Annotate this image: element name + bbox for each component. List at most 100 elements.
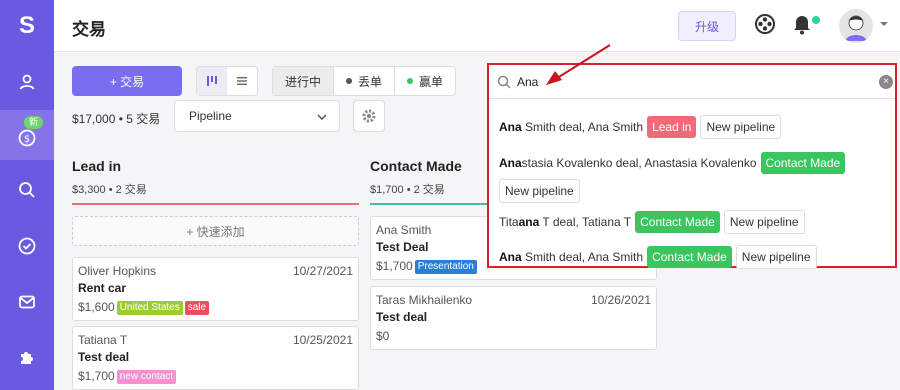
pipeline-tag: New pipeline [723,210,805,234]
card-deal-name[interactable]: Rent car [78,281,126,295]
deal-card[interactable]: Taras Mikhailenko 10/26/2021 Test deal $… [370,286,657,350]
stage-tag: Contact Made [760,152,846,174]
help-wheel-icon[interactable] [754,13,776,35]
search-icon [19,182,35,198]
card-contact[interactable]: Ana Smith [376,223,431,237]
card-deal-name[interactable]: Test deal [376,310,427,324]
view-toggle [196,66,258,96]
kanban-view-button[interactable] [197,67,227,95]
card-contact[interactable]: Taras Mikhailenko [376,293,472,307]
match-text: ana [518,215,540,229]
search-result[interactable]: Ana Smith deal, Ana Smith Contact Made New… [499,245,817,269]
card-date: 10/25/2021 [292,333,353,347]
card-amount: $1,700 new contact [78,369,177,384]
result-text: Smith deal, Ana Smith [521,120,644,134]
status-lost-label: 丢单 [358,74,383,89]
result-text: ta [508,215,519,229]
gear-icon [362,109,376,123]
check-circle-icon [18,237,36,255]
card-date: 10/26/2021 [590,293,651,307]
deal-card[interactable]: Tatiana T 10/25/2021 Test deal $1,700 new… [72,326,359,390]
stage-tag: Lead in [647,116,697,138]
chevron-down-icon[interactable] [880,22,888,26]
sidebar-item-contacts[interactable] [0,57,54,107]
deals-summary: $17,000 • 5 交易 [72,112,161,126]
contacts-icon [19,74,35,90]
column-title: Contact Made [370,158,462,174]
bell-icon[interactable] [792,13,812,35]
column-summary: $1,700 • 2 交易 [370,184,445,196]
card-amount-value: $1,700 [78,369,115,383]
pipeline-select-value: Pipeline [189,109,232,123]
sidebar-item-tasks[interactable] [0,221,54,271]
header: 交易 升级 [54,0,900,52]
pipeline-tag: New pipeline [735,245,817,269]
card-deal-name[interactable]: Test deal [78,350,129,364]
deal-card[interactable]: Oliver Hopkins 10/27/2021 Rent car $1,60… [72,257,359,321]
status-filter: 进行中 丢单 赢单 [272,66,457,96]
sidebar-item-plugins[interactable] [0,332,54,382]
chevron-down-icon [317,114,327,120]
tag: Presentation [414,260,477,274]
deals-icon: $ [18,129,36,147]
list-icon [237,77,247,85]
card-date: 10/27/2021 [292,264,353,278]
sidebar-item-mail[interactable] [0,277,54,327]
column-color-bar [370,203,490,205]
svg-text:$: $ [24,134,30,145]
search-dropdown: × Ana Smith deal, Ana SmithLead inNew pi… [487,63,897,269]
match-text: Ana [499,156,522,170]
match-text: Ana [499,250,522,264]
match-text: Ana [499,120,522,134]
sidebar: S 新 $ [0,0,54,390]
lost-dot-icon [346,78,353,84]
stage-tag: Contact Made [647,246,732,268]
list-view-button[interactable] [227,67,257,95]
card-contact[interactable]: Tatiana T [78,333,127,347]
result-text: Ti [499,215,509,229]
tag: United States [116,301,183,315]
status-won[interactable]: 赢单 [395,67,455,95]
search-icon [497,75,511,89]
sidebar-item-deals[interactable]: 新 $ [0,110,54,160]
pipeline-settings-button[interactable] [353,100,385,132]
search-result[interactable]: Ana Smith deal, Ana Smith Lead in New pipe… [499,115,782,139]
result-text: T deal, Tatiana T [539,215,632,229]
app-logo[interactable]: S [0,0,54,52]
kanban-icon [207,76,217,86]
card-deal-name[interactable]: Test Deal [376,240,428,254]
add-deal-button[interactable]: + 交易 [72,66,182,96]
mail-icon [19,295,35,309]
user-avatar-icon [845,15,867,41]
result-text: Smith deal, Ana Smith [521,250,644,264]
upgrade-button[interactable]: 升级 [678,11,736,41]
card-amount-value: $0 [376,329,390,343]
card-amount: $1,700 Presentation [376,259,477,274]
card-amount-value: $1,700 [376,259,413,273]
pipeline-select[interactable]: Pipeline [174,100,340,132]
card-amount: $1,600 United States sale [78,300,210,315]
new-badge: 新 [24,116,44,129]
stage-tag: Contact Made [635,211,720,233]
result-text: stasia Kovalenko deal, Anastasia Kovalen… [521,156,757,170]
page-title: 交易 [72,20,106,39]
column-title: Lead in [72,158,122,174]
status-won-label: 赢单 [419,74,444,89]
pipeline-tag: New pipeline [499,179,580,203]
clear-search-icon[interactable]: × [879,75,893,89]
tag: sale [184,301,210,315]
pipeline-tag: New pipeline [700,115,782,139]
notification-dot [810,14,822,26]
sidebar-item-search[interactable] [0,165,54,215]
search-result[interactable]: Titaana T deal, Tatiana T Contact Made New… [499,210,805,234]
tag: new contact [116,370,177,384]
puzzle-icon [21,352,33,364]
status-in-progress[interactable]: 进行中 [273,67,335,95]
column-color-bar [72,203,359,205]
quick-add-button[interactable]: + 快速添加 [72,216,359,246]
search-result[interactable]: Anastasia Kovalenko deal, Anastasia Kova… [499,149,889,205]
avatar[interactable] [839,9,873,43]
card-contact[interactable]: Oliver Hopkins [78,264,156,278]
annotation-arrow-icon [546,44,611,85]
status-lost[interactable]: 丢单 [334,67,396,95]
